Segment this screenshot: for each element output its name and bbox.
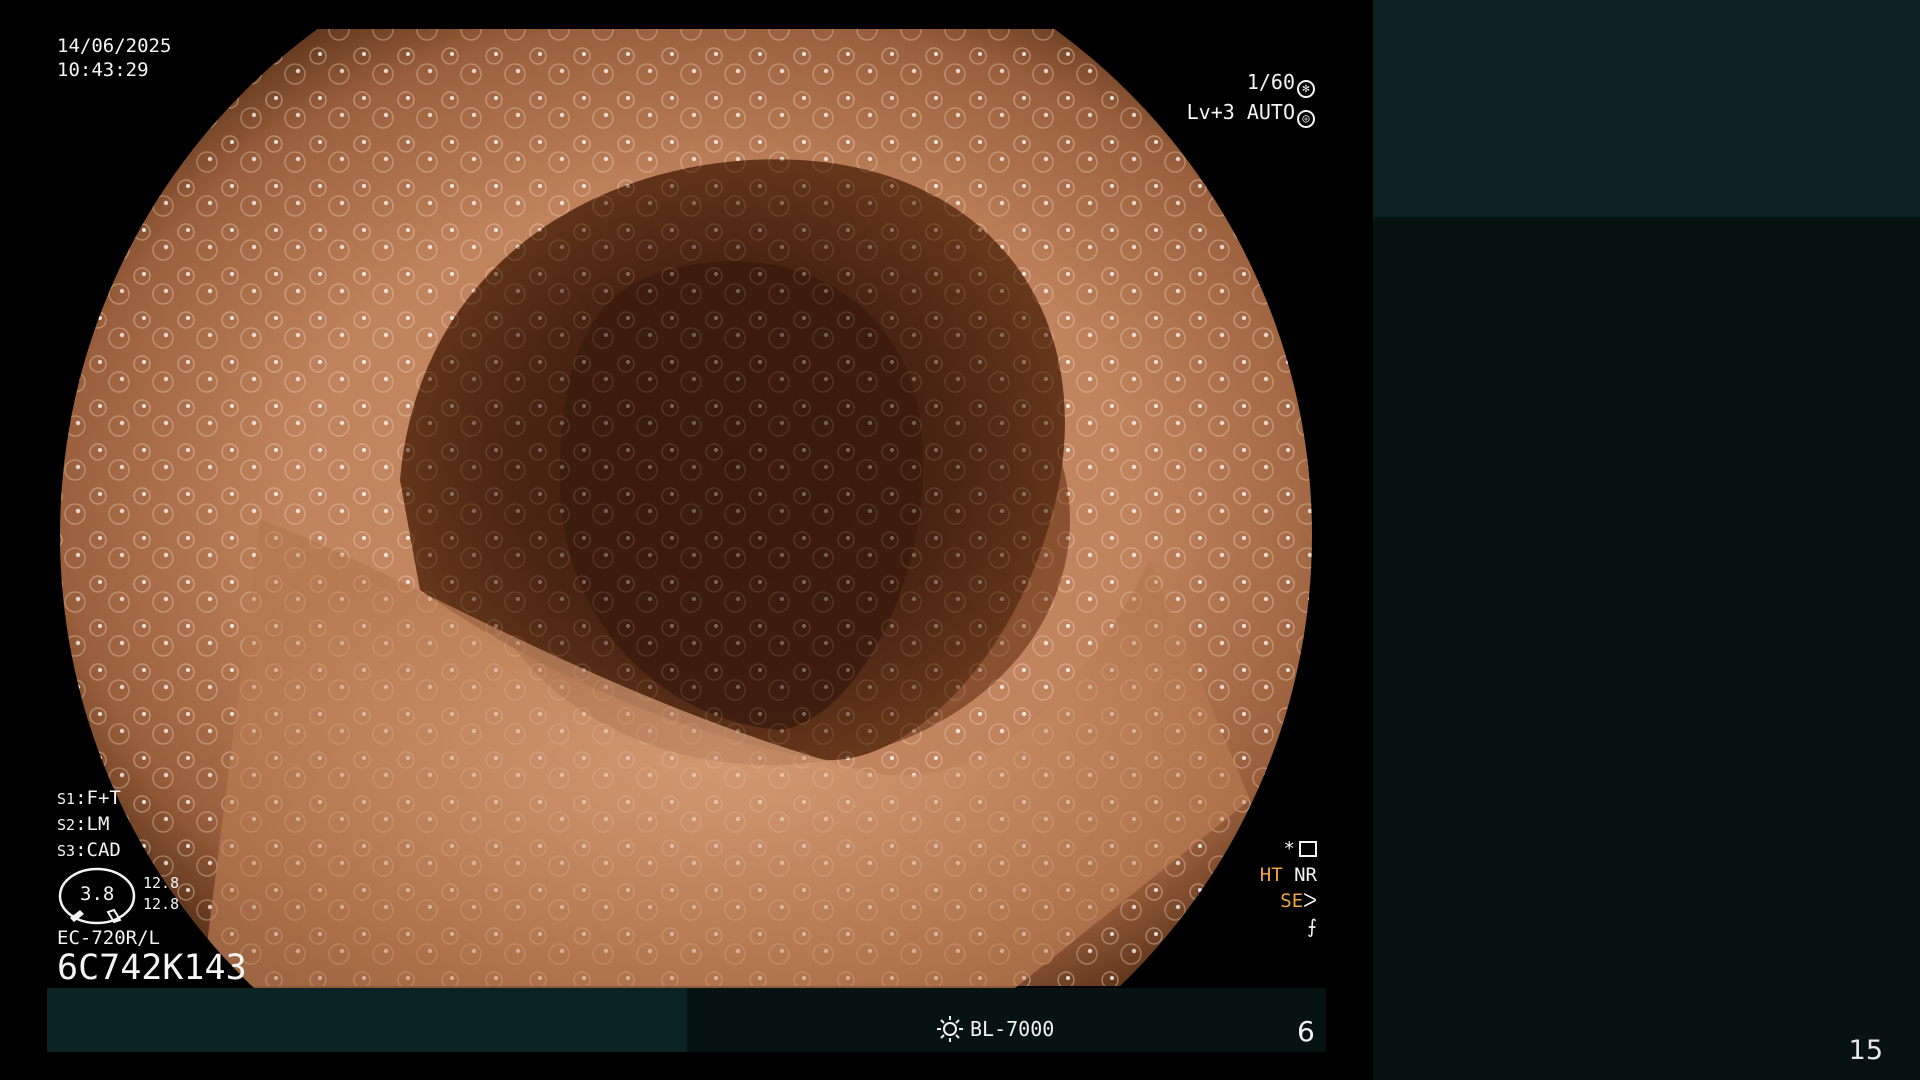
endoscopic-image xyxy=(47,29,1326,1000)
bottom-status-bar xyxy=(47,988,1326,1052)
image-processing-status: * HT NR SEᐳ ⨍ xyxy=(1260,836,1317,940)
slide-side-panel: 15 xyxy=(1373,0,1920,1080)
exposure-readout: 1/60 ✻ Lv+3 AUTO ◎ xyxy=(1187,68,1315,128)
shutter-icon: ✻ xyxy=(1297,80,1315,98)
scope-switch-settings: S1:F+T S2:LM S3:CAD xyxy=(57,786,121,864)
wave-icon: ᐳ xyxy=(1303,890,1317,912)
nr-indicator: NR xyxy=(1294,864,1317,886)
gauge-value-text: 3.8 xyxy=(80,883,115,905)
datetime-readout: 14/06/2025 10:43:29 xyxy=(57,34,171,82)
endoscopy-viewport: 14/06/2025 10:43:29 1/60 ✻ Lv+3 AUTO ◎ S1:… xyxy=(0,0,1373,1080)
ht-indicator: HT xyxy=(1259,864,1283,886)
gauge-sub-bottom: 12.8 xyxy=(143,895,180,913)
bottom-bar-left-panel xyxy=(47,988,687,1052)
level-mode-text: Lv+3 AUTO xyxy=(1186,100,1295,124)
scope-serial-text: 6C742K143 xyxy=(57,948,247,988)
time-text: 10:43:29 xyxy=(57,59,149,81)
marker-symbol: * xyxy=(1283,838,1295,860)
sun-icon xyxy=(937,1016,963,1042)
side-panel-header xyxy=(1373,0,1920,217)
iris-icon: ◎ xyxy=(1297,110,1315,128)
shutter-speed-text: 1/60 xyxy=(1246,70,1295,94)
light-source-readout: BL-7000 xyxy=(936,1015,1054,1043)
page-number: 15 xyxy=(1848,1035,1883,1066)
light-source-text: BL-7000 xyxy=(970,1017,1055,1041)
frame-count-text: 6 xyxy=(1297,1015,1315,1048)
se-indicator: SE xyxy=(1280,890,1304,912)
setting-s2: S2:LM xyxy=(57,813,110,835)
setting-s1: S1:F+T xyxy=(57,787,121,809)
gauge-sub-top: 12.8 xyxy=(143,874,180,892)
setting-s3: S3:CAD xyxy=(57,839,121,861)
gauge-sub-values: 12.8 12.8 xyxy=(143,873,179,915)
date-text: 14/06/2025 xyxy=(57,35,172,57)
settings-list-icon xyxy=(1299,841,1317,857)
flash-off-icon: ⨍ xyxy=(1307,916,1317,938)
